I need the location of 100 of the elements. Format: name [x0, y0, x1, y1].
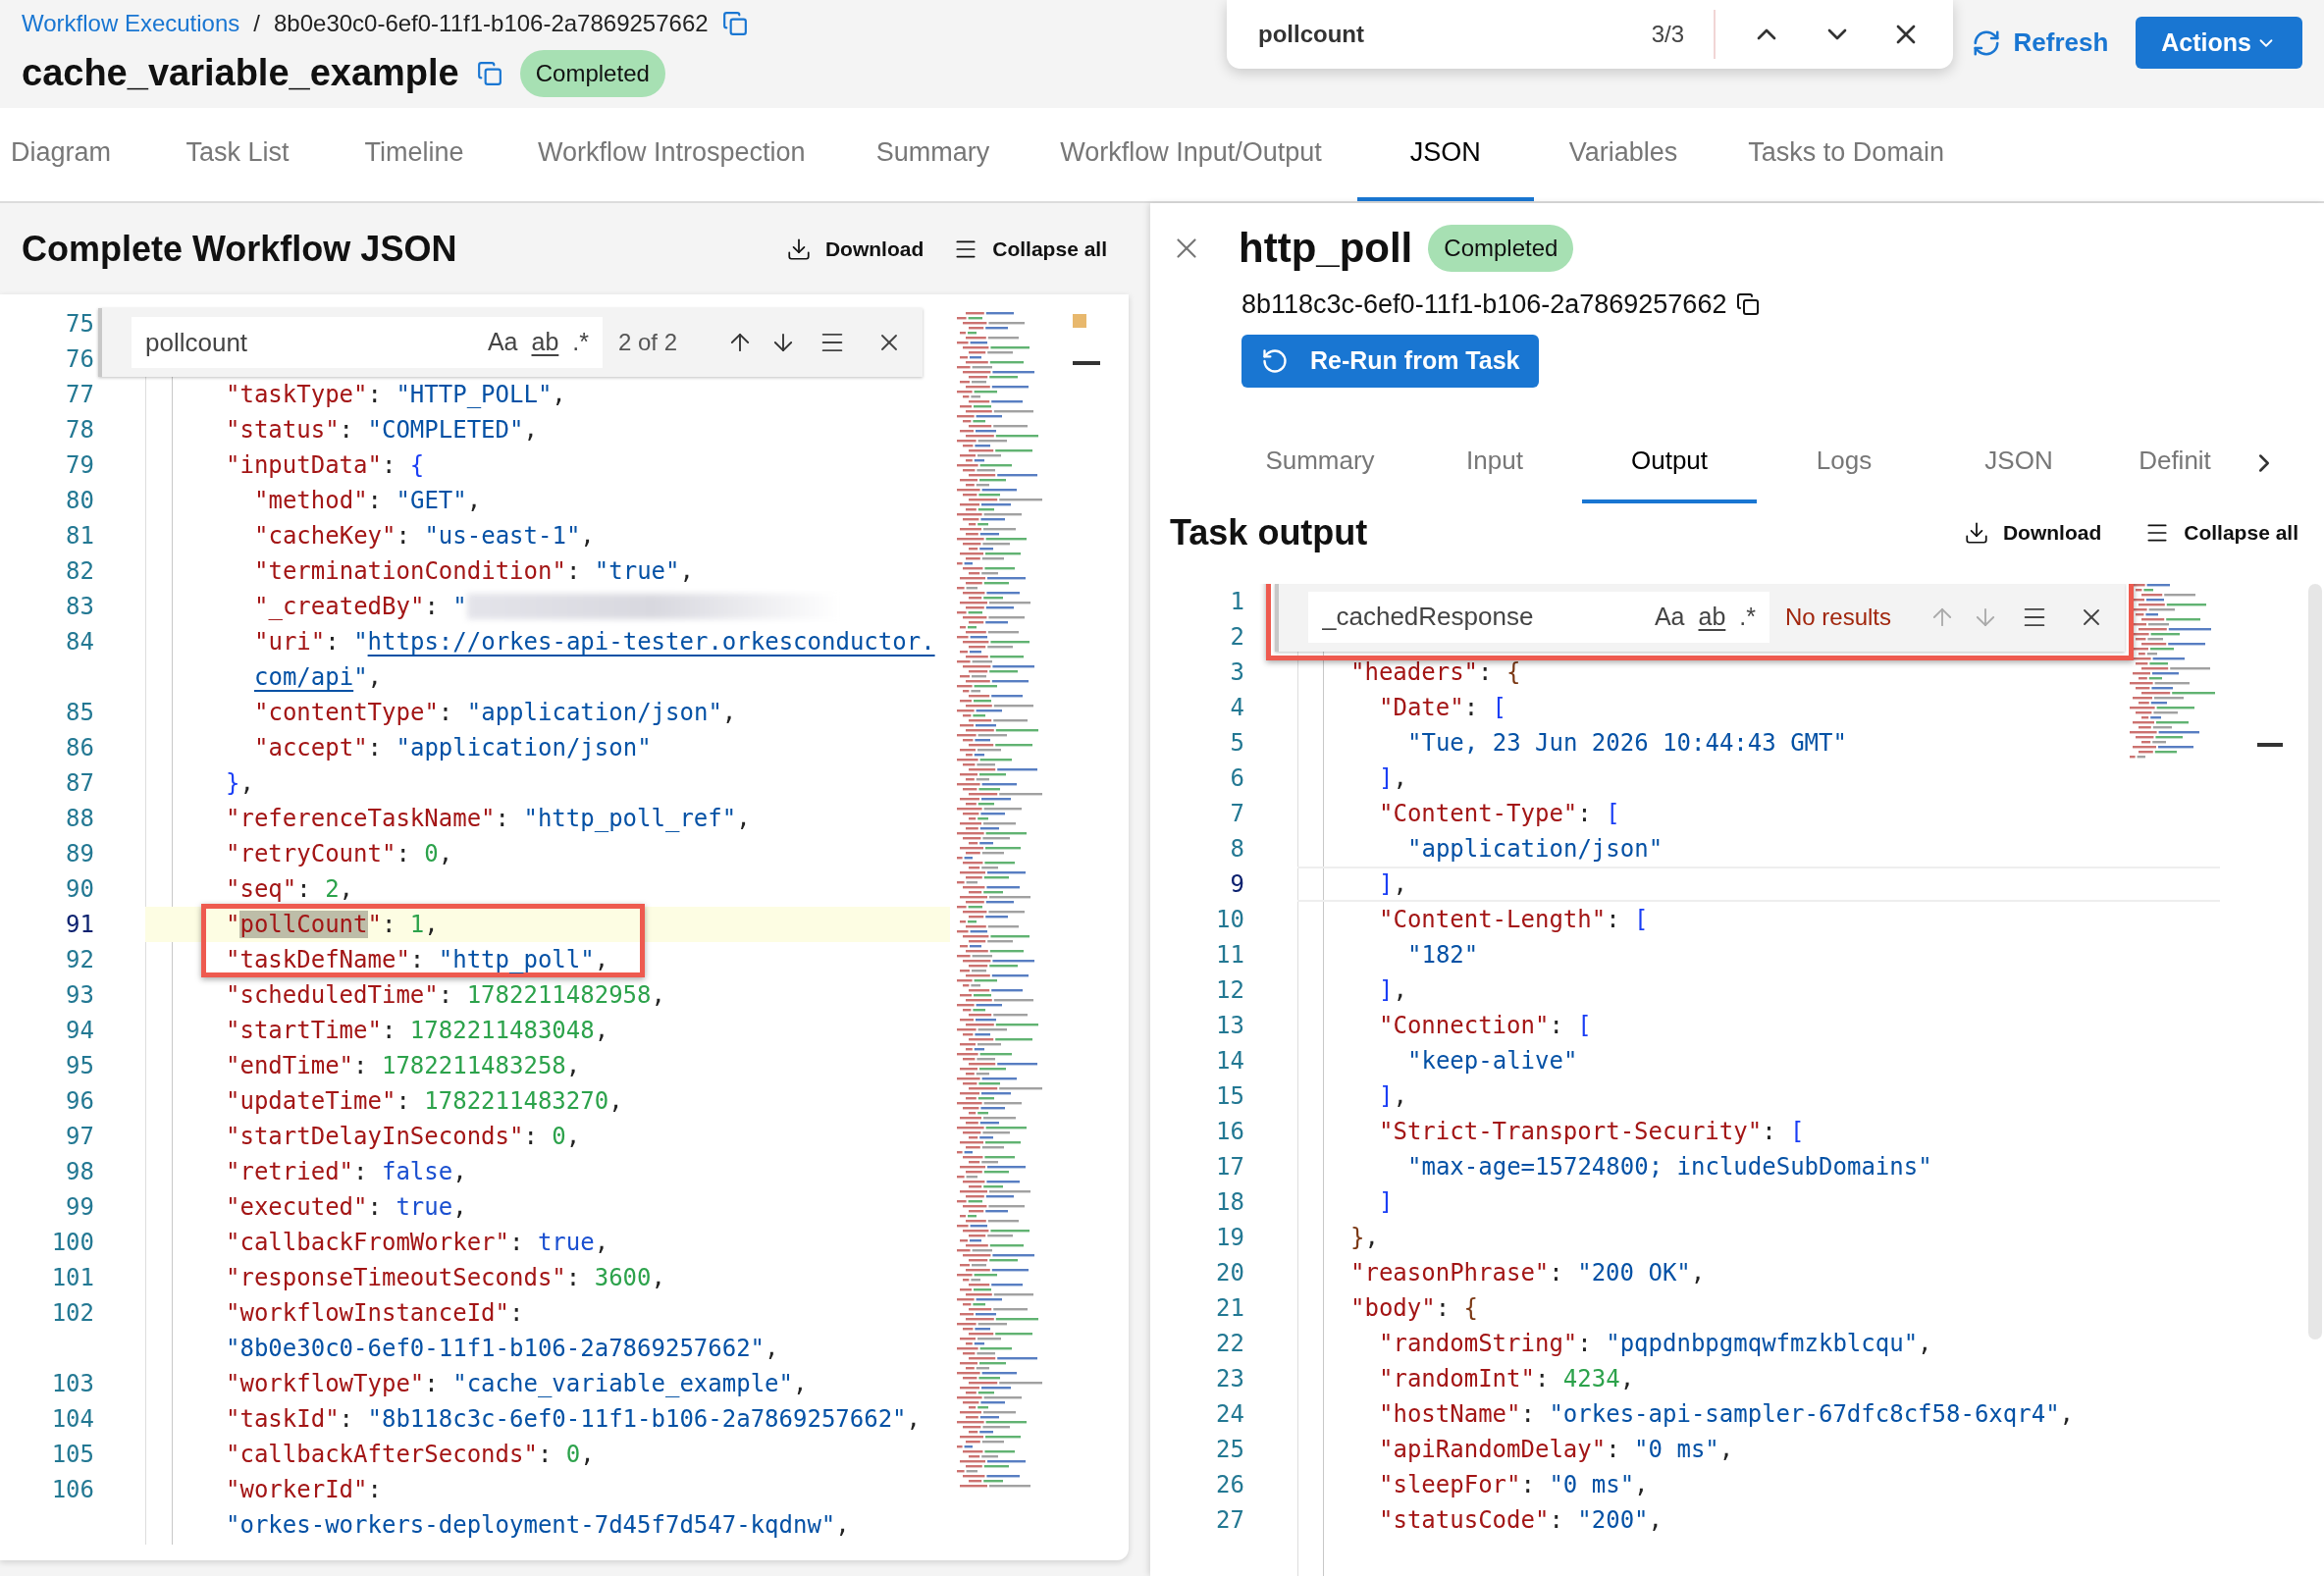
search-option-toggle[interactable]: ab: [1698, 598, 1726, 636]
breadcrumb-link[interactable]: Workflow Executions: [22, 6, 240, 41]
code-line: "scheduledTime": 1782211482958,: [225, 980, 665, 1011]
collapse-all-button[interactable]: Collapse all: [2144, 516, 2298, 549]
line-number: 101: [50, 1263, 94, 1293]
tab[interactable]: Definit: [2106, 422, 2244, 503]
line-number: 11: [1215, 939, 1244, 971]
link[interactable]: com/api: [254, 663, 354, 691]
code-line: "taskId": "8b118c3c-6ef0-11f1-b106-2a7869257662",: [225, 1404, 922, 1435]
line-number: 78: [65, 415, 94, 446]
code-line: "max-age=15724800; includeSubDomains": [1406, 1151, 1932, 1182]
tab[interactable]: Workflow Input/Output: [1025, 108, 1357, 201]
code-line: "endTime": 1782211483258,: [225, 1051, 581, 1081]
line-number: 89: [65, 839, 94, 869]
line-number: 3: [1229, 657, 1244, 688]
line-number: 91: [65, 910, 94, 940]
search-option-toggle[interactable]: ab: [531, 324, 559, 361]
line-number: 92: [65, 945, 94, 975]
download-button[interactable]: Download: [1963, 516, 2102, 549]
task-title: http_poll: [1239, 224, 1413, 273]
line-number: 19: [1215, 1222, 1244, 1253]
line-number: 20: [1215, 1257, 1244, 1288]
code-line: "inputData": {: [225, 450, 425, 481]
code-line: "workflowType": "cache_variable_example",: [225, 1369, 808, 1399]
line-number: 94: [65, 1016, 94, 1046]
line-number: 80: [65, 486, 94, 516]
code-line: "_createdBy": ": [253, 592, 467, 622]
search-option-toggle[interactable]: Aa: [1654, 598, 1685, 636]
breadcrumb-current: 8b0e30c0-6ef0-11f1-b106-2a7869257662: [274, 9, 709, 38]
tab[interactable]: Summary: [840, 108, 1026, 201]
status-badge: Completed: [1428, 224, 1574, 272]
scroll-marker: [1073, 314, 1086, 328]
line-number: 106: [50, 1475, 94, 1505]
refresh-button[interactable]: Refresh: [1972, 17, 2109, 69]
code-line: "cacheKey": "us-east-1",: [253, 521, 595, 552]
scroll-marker: [2257, 742, 2283, 747]
line-number: 84: [65, 627, 94, 657]
line-number: 6: [1229, 762, 1244, 794]
download-button[interactable]: Download: [785, 233, 924, 265]
tab[interactable]: JSON: [1931, 422, 2106, 503]
line-number: 96: [65, 1086, 94, 1117]
code-line: "uri": "https://orkes-api-tester.orkesconductor.: [253, 627, 935, 657]
copy-icon[interactable]: [1736, 292, 1761, 317]
search-field[interactable]: pollcount Aa ab .*: [132, 317, 603, 368]
find-input[interactable]: pollcount: [1258, 17, 1652, 52]
code-line: "callbackFromWorker": true,: [225, 1228, 609, 1258]
code-line: "taskType": "HTTP_POLL",: [225, 380, 566, 410]
code-line: "updateTime": 1782211483270,: [225, 1086, 623, 1117]
code-line: "retryCount": 0,: [225, 839, 453, 869]
line-number: 5: [1229, 727, 1244, 759]
tab[interactable]: Summary: [1233, 422, 1407, 503]
rerun-button[interactable]: Re-Run from Task: [1241, 334, 1540, 388]
code-line: "randomString": "pqpdnbpgmqwfmzkblcqu",: [1378, 1328, 1932, 1359]
code-line: },: [1349, 1222, 1379, 1253]
line-number: 12: [1215, 974, 1244, 1006]
line-number: 4: [1229, 692, 1244, 723]
workflow-title: cache_variable_example: [22, 51, 459, 95]
search-option-toggle[interactable]: .*: [1739, 598, 1756, 636]
code-line: com/api",: [253, 662, 383, 693]
line-number: 95: [65, 1051, 94, 1081]
line-number: 102: [50, 1298, 94, 1329]
line-number: 98: [65, 1157, 94, 1187]
code-line: "workflowInstanceId":: [225, 1298, 524, 1329]
line-number: 76: [65, 344, 94, 375]
collapse-all-button[interactable]: Collapse all: [953, 233, 1107, 265]
tab[interactable]: Output: [1582, 422, 1757, 503]
search-field[interactable]: _cachedResponse Aa ab .*: [1308, 591, 1769, 643]
tab[interactable]: Variables: [1533, 108, 1714, 201]
line-number: 99: [65, 1192, 94, 1223]
search-option-toggle[interactable]: Aa: [487, 324, 518, 361]
code-line: "reasonPhrase": "200 OK",: [1349, 1257, 1706, 1288]
line-number: 103: [50, 1369, 94, 1399]
code-line: "keep-alive": [1406, 1045, 1578, 1077]
actions-button[interactable]: Actions: [2136, 17, 2302, 69]
tab[interactable]: Tasks to Domain: [1713, 108, 1980, 201]
line-number: 8: [1229, 833, 1244, 865]
tab[interactable]: Workflow Introspection: [502, 108, 841, 201]
tab[interactable]: Task List: [149, 108, 326, 201]
search-option-toggle[interactable]: .*: [572, 324, 589, 361]
code-line: "Content-Type": [: [1378, 798, 1620, 829]
code-line: "status": "COMPLETED",: [225, 415, 538, 446]
match-count: No results: [1785, 602, 1893, 632]
tab[interactable]: Input: [1407, 422, 1582, 503]
match-count: 2 of 2: [618, 328, 679, 357]
code-line: "seq": 2,: [225, 874, 354, 905]
code-line: "responseTimeoutSeconds": 3600,: [225, 1263, 665, 1293]
line-number: 1: [1229, 586, 1244, 617]
line-number: 86: [65, 733, 94, 763]
line-number: 27: [1215, 1504, 1244, 1536]
link[interactable]: https://orkes-api-tester.orkesconductor.: [367, 628, 935, 656]
tab[interactable]: Timeline: [326, 108, 502, 201]
code-line: "retried": false,: [225, 1157, 467, 1187]
tab[interactable]: Logs: [1757, 422, 1931, 503]
line-number: 104: [50, 1404, 94, 1435]
code-line: "contentType": "application/json",: [253, 698, 737, 728]
code-line: "taskDefName": "http_poll",: [225, 945, 609, 975]
status-badge: Completed: [519, 49, 665, 97]
task-id: 8b118c3c-6ef0-11f1-b106-2a7869257662: [1241, 289, 1727, 321]
code-line: "workerId":: [225, 1475, 382, 1505]
tab[interactable]: Diagram: [0, 108, 149, 201]
